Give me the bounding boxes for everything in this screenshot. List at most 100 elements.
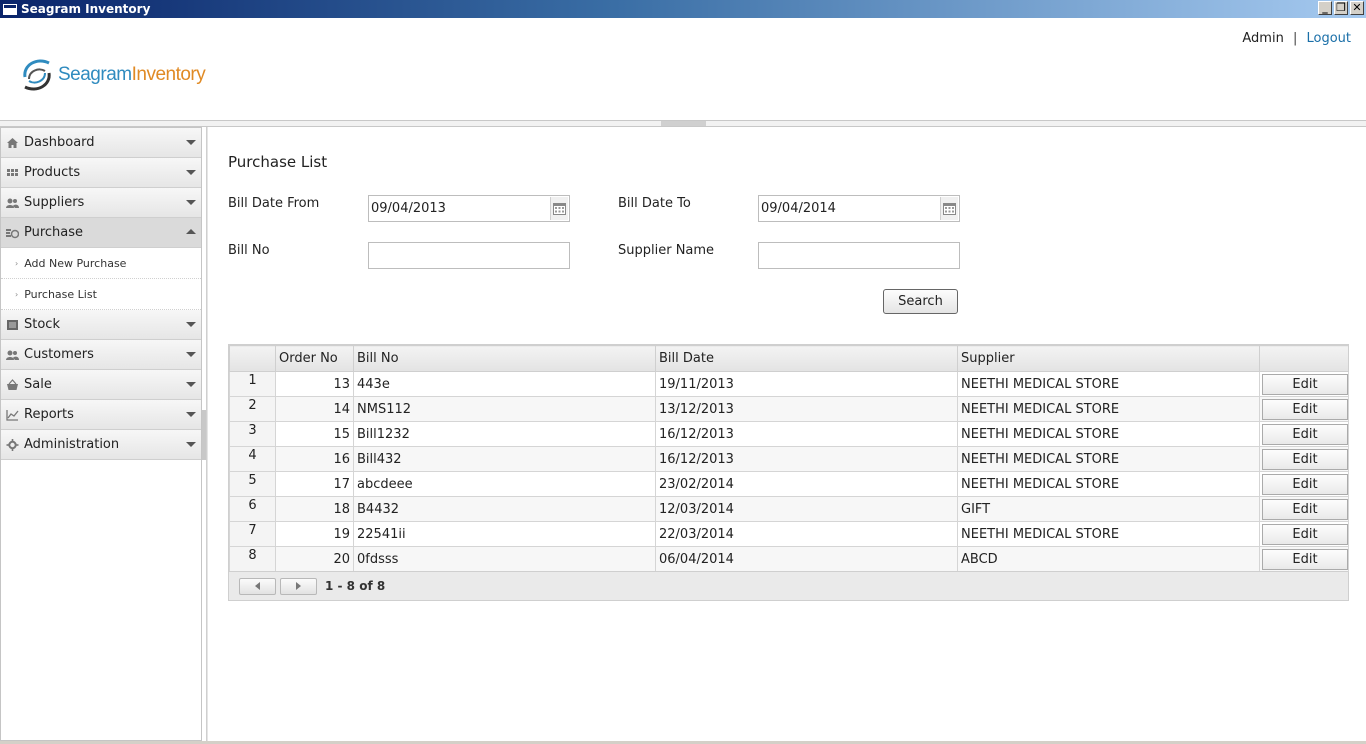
sidebar-item-label: Administration bbox=[24, 437, 120, 452]
basket-icon bbox=[7, 378, 18, 390]
action-cell: Edit bbox=[1259, 446, 1349, 472]
edit-button[interactable]: Edit bbox=[1262, 548, 1348, 570]
sidebar-item-administration[interactable]: Administration bbox=[1, 430, 201, 460]
row-number: 8 bbox=[229, 546, 276, 572]
table-row[interactable]: 7 19 22541ii 22/03/2014 NEETHI MEDICAL S… bbox=[229, 521, 1349, 547]
column-header-supplier[interactable]: Supplier bbox=[957, 345, 1260, 372]
logout-link[interactable]: Logout bbox=[1306, 31, 1351, 46]
table-row[interactable]: 2 14 NMS112 13/12/2013 NEETHI MEDICAL ST… bbox=[229, 396, 1349, 422]
bill-no-cell: 0fdsss bbox=[353, 546, 656, 572]
bill-no-cell: NMS112 bbox=[353, 396, 656, 422]
search-button[interactable]: Search bbox=[883, 289, 958, 314]
app-header: SeagramInventory Admin | Logout bbox=[0, 18, 1366, 121]
action-cell: Edit bbox=[1259, 471, 1349, 497]
bill-no-input[interactable] bbox=[368, 242, 570, 269]
swirl-logo-icon bbox=[23, 59, 51, 91]
action-cell: Edit bbox=[1259, 546, 1349, 572]
bill-date-from-field[interactable]: 09/04/2013 bbox=[368, 195, 570, 222]
row-number: 2 bbox=[229, 396, 276, 422]
edit-button[interactable]: Edit bbox=[1262, 373, 1348, 395]
supplier-cell: NEETHI MEDICAL STORE bbox=[957, 421, 1260, 447]
supplier-cell: NEETHI MEDICAL STORE bbox=[957, 471, 1260, 497]
window-title-bar: Seagram Inventory _ ❐ ✕ bbox=[0, 0, 1366, 18]
table-row[interactable]: 5 17 abcdeee 23/02/2014 NEETHI MEDICAL S… bbox=[229, 471, 1349, 497]
minimize-button[interactable]: _ bbox=[1318, 1, 1332, 15]
supplier-cell: NEETHI MEDICAL STORE bbox=[957, 396, 1260, 422]
app-window-icon bbox=[3, 3, 17, 15]
page-title: Purchase List bbox=[228, 153, 328, 171]
users-icon bbox=[6, 198, 19, 208]
sidebar-subitem-add-new-purchase[interactable]: › Add New Purchase bbox=[1, 248, 201, 279]
edit-button[interactable]: Edit bbox=[1262, 423, 1348, 445]
sidebar-item-stock[interactable]: Stock bbox=[1, 310, 201, 340]
sidebar-subitem-purchase-list[interactable]: › Purchase List bbox=[1, 279, 201, 310]
calendar-icon[interactable] bbox=[550, 197, 568, 220]
sidebar-item-suppliers[interactable]: Suppliers bbox=[1, 188, 201, 218]
column-header-actions bbox=[1259, 345, 1349, 372]
calendar-icon[interactable] bbox=[940, 197, 958, 220]
row-number: 4 bbox=[229, 446, 276, 472]
sidebar-item-label: Purchase bbox=[24, 225, 84, 240]
chevron-down-icon bbox=[186, 200, 196, 205]
column-header-order-no[interactable]: Order No bbox=[275, 345, 354, 372]
logo-text-inventory: Inventory bbox=[131, 64, 206, 85]
bill-date-cell: 12/03/2014 bbox=[655, 496, 958, 522]
bill-date-from-value: 09/04/2013 bbox=[371, 201, 446, 216]
sidebar-item-products[interactable]: Products bbox=[1, 158, 201, 188]
sidebar-item-sale[interactable]: Sale bbox=[1, 370, 201, 400]
row-number: 3 bbox=[229, 421, 276, 447]
restore-button[interactable]: ❐ bbox=[1334, 1, 1348, 15]
supplier-name-input[interactable] bbox=[758, 242, 960, 269]
edit-button[interactable]: Edit bbox=[1262, 398, 1348, 420]
table-row[interactable]: 4 16 Bill432 16/12/2013 NEETHI MEDICAL S… bbox=[229, 446, 1349, 472]
table-row[interactable]: 3 15 Bill1232 16/12/2013 NEETHI MEDICAL … bbox=[229, 421, 1349, 447]
next-page-button[interactable] bbox=[280, 577, 317, 595]
pager-info: 1 - 8 of 8 bbox=[325, 579, 386, 593]
current-user: Admin bbox=[1242, 31, 1284, 46]
arrow-left-icon bbox=[255, 582, 260, 590]
close-button[interactable]: ✕ bbox=[1350, 1, 1364, 15]
bill-date-to-label: Bill Date To bbox=[618, 196, 691, 211]
edit-button[interactable]: Edit bbox=[1262, 448, 1348, 470]
bill-date-cell: 22/03/2014 bbox=[655, 521, 958, 547]
bill-no-cell: Bill1232 bbox=[353, 421, 656, 447]
bill-no-cell: 22541ii bbox=[353, 521, 656, 547]
sidebar-item-reports[interactable]: Reports bbox=[1, 400, 201, 430]
sidebar-item-purchase[interactable]: Purchase bbox=[1, 218, 201, 248]
table-row[interactable]: 1 13 443e 19/11/2013 NEETHI MEDICAL STOR… bbox=[229, 371, 1349, 397]
order-no-cell: 13 bbox=[275, 371, 354, 397]
chevron-down-icon bbox=[186, 322, 196, 327]
sidebar-item-label: Stock bbox=[24, 317, 60, 332]
bill-no-cell: abcdeee bbox=[353, 471, 656, 497]
action-cell: Edit bbox=[1259, 496, 1349, 522]
bill-date-to-field[interactable]: 09/04/2014 bbox=[758, 195, 960, 222]
bill-no-cell: Bill432 bbox=[353, 446, 656, 472]
column-header-bill-date[interactable]: Bill Date bbox=[655, 345, 958, 372]
prev-page-button[interactable] bbox=[239, 577, 276, 595]
logo-text-seagram: Seagram bbox=[58, 64, 132, 85]
supplier-cell: NEETHI MEDICAL STORE bbox=[957, 521, 1260, 547]
sidebar-item-customers[interactable]: Customers bbox=[1, 340, 201, 370]
supplier-cell: NEETHI MEDICAL STORE bbox=[957, 371, 1260, 397]
action-cell: Edit bbox=[1259, 521, 1349, 547]
sidebar-subitem-label: Add New Purchase bbox=[24, 256, 127, 270]
sidebar-item-label: Suppliers bbox=[24, 195, 85, 210]
sidebar-item-label: Sale bbox=[24, 377, 52, 392]
edit-button[interactable]: Edit bbox=[1262, 498, 1348, 520]
edit-button[interactable]: Edit bbox=[1262, 523, 1348, 545]
table-row[interactable]: 6 18 B4432 12/03/2014 GIFT Edit bbox=[229, 496, 1349, 522]
table-row[interactable]: 8 20 0fdsss 06/04/2014 ABCD Edit bbox=[229, 546, 1349, 572]
header-splitter[interactable] bbox=[0, 120, 1366, 127]
bill-date-cell: 23/02/2014 bbox=[655, 471, 958, 497]
splitter-grip[interactable] bbox=[661, 121, 706, 126]
purchase-table: Order No Bill No Bill Date Supplier 1 13… bbox=[228, 344, 1349, 601]
user-links: Admin | Logout bbox=[1242, 31, 1351, 46]
supplier-cell: ABCD bbox=[957, 546, 1260, 572]
column-header-bill-no[interactable]: Bill No bbox=[353, 345, 656, 372]
sidebar-item-dashboard[interactable]: Dashboard bbox=[1, 128, 201, 158]
action-cell: Edit bbox=[1259, 396, 1349, 422]
edit-button[interactable]: Edit bbox=[1262, 473, 1348, 495]
sidebar-item-label: Customers bbox=[24, 347, 94, 362]
supplier-cell: NEETHI MEDICAL STORE bbox=[957, 446, 1260, 472]
user-links-separator: | bbox=[1292, 31, 1298, 46]
